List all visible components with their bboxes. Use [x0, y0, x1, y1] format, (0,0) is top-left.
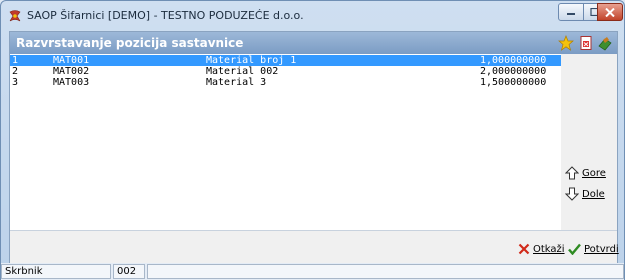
move-down-button[interactable]: Dole [565, 185, 611, 203]
close-button[interactable] [597, 3, 623, 21]
status-user: Skrbnik [1, 264, 111, 279]
row-code: MAT001 [53, 55, 90, 66]
client-area: Razvrstavanje pozicija sastavnice 1 MAT0… [9, 31, 619, 263]
arrow-up-icon [565, 166, 579, 180]
panel-title: Razvrstavanje pozicija sastavnice [16, 36, 244, 50]
table-row[interactable]: 2 MAT002 Material 002 2,000000000 [10, 66, 561, 77]
move-up-label: Gore [582, 167, 606, 179]
close-icon [605, 7, 615, 17]
row-name: Material 3 [206, 77, 267, 88]
arrow-down-icon [565, 187, 579, 201]
status-empty [147, 264, 624, 279]
panel-header: Razvrstavanje pozicija sastavnice [10, 32, 617, 54]
row-quantity: 2,000000000 [480, 66, 547, 77]
dialog-footer: Otkaži Potvrdi [10, 230, 619, 263]
table-row[interactable]: 1 MAT001 Material broj 1 1,000000000 [10, 55, 561, 66]
move-down-label: Dole [582, 188, 605, 200]
status-bar: Skrbnik 002 [1, 263, 624, 280]
checkmark-icon [568, 243, 581, 255]
row-code: MAT002 [53, 66, 90, 77]
row-name: Material 002 [206, 66, 279, 77]
side-panel: Gore Dole [561, 54, 617, 230]
table-row[interactable]: 3 MAT003 Material 3 1,500000000 [10, 77, 561, 88]
minimize-icon [567, 13, 575, 15]
confirm-button[interactable]: Potvrdi [568, 241, 619, 257]
cancel-button[interactable]: Otkaži [518, 241, 565, 257]
app-icon [9, 10, 21, 22]
row-number: 2 [12, 66, 19, 77]
cancel-x-icon [518, 243, 530, 255]
confirm-label: Potvrdi [584, 243, 619, 255]
document-icon[interactable] [578, 35, 594, 51]
row-name: Material broj 1 [206, 55, 297, 66]
items-table[interactable]: 1 MAT001 Material broj 1 1,000000000 2 M… [10, 54, 562, 230]
row-number: 3 [12, 77, 19, 88]
title-bar[interactable]: SAOP Šifarnici [DEMO] - TESTNO PODUZEĆE … [1, 1, 624, 31]
window-title: SAOP Šifarnici [DEMO] - TESTNO PODUZEĆE … [27, 9, 304, 22]
row-number: 1 [12, 55, 19, 66]
move-up-button[interactable]: Gore [565, 164, 611, 182]
cancel-label: Otkaži [533, 243, 565, 255]
row-quantity: 1,500000000 [480, 77, 547, 88]
help-book-icon[interactable] [597, 35, 613, 51]
main-window: SAOP Šifarnici [DEMO] - TESTNO PODUZEĆE … [0, 0, 625, 280]
row-code: MAT003 [53, 77, 90, 88]
favorite-star-icon[interactable] [558, 35, 574, 51]
status-code: 002 [113, 264, 145, 279]
row-quantity: 1,000000000 [480, 55, 547, 66]
minimize-button[interactable] [558, 3, 584, 21]
